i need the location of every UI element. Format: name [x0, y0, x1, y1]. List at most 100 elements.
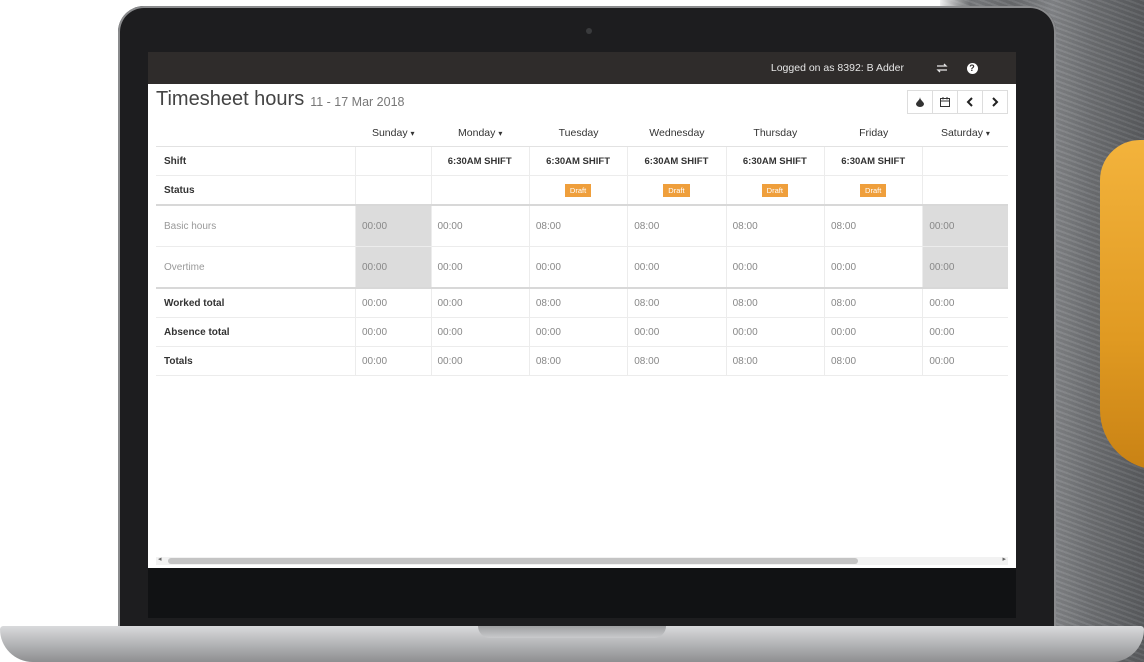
row-label: Worked total: [156, 288, 356, 318]
app-screen: Logged on as 8392: B Adder ? Timesheet h…: [148, 52, 1016, 568]
status-cell: [922, 175, 1008, 206]
total-cell: 00:00: [627, 317, 727, 347]
page-header: Timesheet hours 11 - 17 Mar 2018: [148, 84, 1016, 114]
status-badge: Draft: [761, 183, 788, 197]
row-label: Status: [156, 175, 356, 206]
total-cell: 08:00: [823, 288, 923, 318]
page-title: Timesheet hours: [156, 87, 305, 110]
total-cell: 00:00: [922, 346, 1008, 376]
row-label: Totals: [156, 346, 356, 376]
calendar-icon[interactable]: [932, 90, 958, 114]
shift-cell[interactable]: 6:30AM SHIFT: [725, 146, 825, 176]
row-label: Overtime: [156, 246, 356, 289]
total-cell: 08:00: [725, 346, 825, 376]
day-label: Thursday: [753, 127, 798, 139]
top-bar: Logged on as 8392: B Adder ?: [148, 52, 1016, 84]
total-cell: 00:00: [430, 288, 530, 318]
shift-cell[interactable]: 6:30AM SHIFT: [823, 146, 923, 176]
day-label: Saturday: [940, 127, 983, 139]
worked-total-row: Worked total 00:00 00:00 08:00 08:00 08:…: [156, 288, 1008, 318]
day-header-monday[interactable]: Monday ▾: [431, 120, 530, 147]
overtime-row: Overtime 00:00 00:00 00:00 00:00 00:00 0…: [156, 246, 1008, 289]
scroll-right-icon[interactable]: ▸: [1002, 555, 1006, 563]
hours-input[interactable]: 00:00: [355, 205, 431, 247]
day-label: Wednesday: [649, 127, 705, 139]
status-cell: [355, 175, 431, 206]
basic-hours-row: Basic hours 00:00 00:00 08:00 08:00 08:0…: [156, 205, 1008, 247]
hours-input[interactable]: 00:00: [430, 205, 530, 247]
chevron-right-icon[interactable]: [982, 90, 1008, 114]
total-cell: 08:00: [528, 288, 628, 318]
hours-input[interactable]: 00:00: [823, 246, 923, 289]
scrollbar-thumb[interactable]: [168, 558, 858, 564]
hours-input[interactable]: 08:00: [627, 205, 727, 247]
row-label: Absence total: [156, 317, 356, 347]
total-cell: 00:00: [823, 317, 923, 347]
total-cell: 00:00: [355, 317, 431, 347]
shift-cell[interactable]: [922, 146, 1008, 176]
caret-down-icon: ▾: [498, 129, 503, 138]
day-header-row: Sunday ▾ Monday ▾ Tuesday Wednesday Thur…: [156, 120, 1008, 147]
hours-input[interactable]: 00:00: [922, 246, 1008, 289]
date-range: 11 - 17 Mar 2018: [310, 95, 405, 109]
totals-row: Totals 00:00 00:00 08:00 08:00 08:00 08:…: [156, 346, 1008, 376]
shift-cell[interactable]: [355, 146, 431, 176]
day-label: Tuesday: [558, 127, 599, 139]
status-cell: Draft: [627, 175, 727, 206]
total-cell: 08:00: [823, 346, 923, 376]
status-badge: Draft: [564, 183, 592, 197]
total-cell: 00:00: [922, 288, 1008, 318]
day-label: Friday: [859, 127, 889, 139]
header-toolbar: [907, 90, 1008, 114]
status-badge: Draft: [663, 183, 690, 197]
hours-input[interactable]: 00:00: [627, 246, 727, 289]
total-cell: 08:00: [725, 288, 825, 318]
day-header-tuesday: Tuesday: [529, 120, 628, 147]
hours-input[interactable]: 08:00: [725, 205, 825, 247]
status-cell: Draft: [725, 175, 825, 206]
total-cell: 00:00: [430, 317, 530, 347]
day-header-wednesday: Wednesday: [627, 120, 727, 147]
horizontal-scrollbar[interactable]: ◂ ▸: [156, 555, 1008, 565]
shift-row: Shift 6:30AM SHIFT 6:30AM SHIFT 6:30AM S…: [156, 146, 1008, 176]
total-cell: 00:00: [355, 346, 431, 376]
day-label: Monday: [458, 127, 496, 139]
total-cell: 00:00: [528, 317, 628, 347]
corner-header: [156, 120, 356, 147]
total-cell: 08:00: [627, 346, 727, 376]
status-cell: Draft: [528, 175, 628, 206]
timesheet-table: Sunday ▾ Monday ▾ Tuesday Wednesday Thur…: [156, 120, 1008, 376]
status-badge: Draft: [860, 183, 887, 197]
hours-input[interactable]: 08:00: [528, 205, 628, 247]
hours-input[interactable]: 00:00: [430, 246, 530, 289]
status-row: Status Draft Draft Draft Draft: [156, 175, 1008, 206]
total-cell: 08:00: [627, 288, 727, 318]
total-cell: 08:00: [528, 346, 628, 376]
status-cell: [430, 175, 530, 206]
hours-input[interactable]: 00:00: [355, 246, 431, 289]
total-cell: 00:00: [725, 317, 825, 347]
shift-cell[interactable]: 6:30AM SHIFT: [430, 146, 530, 176]
caret-down-icon: ▾: [985, 129, 990, 138]
hours-input[interactable]: 00:00: [725, 246, 825, 289]
total-cell: 00:00: [922, 317, 1008, 347]
day-header-friday: Friday: [824, 120, 923, 147]
laptop-notch: [478, 626, 666, 638]
total-cell: 00:00: [430, 346, 530, 376]
shift-cell[interactable]: 6:30AM SHIFT: [528, 146, 628, 176]
hours-input[interactable]: 08:00: [823, 205, 923, 247]
swap-icon[interactable]: [934, 60, 950, 76]
scroll-left-icon[interactable]: ◂: [158, 555, 162, 563]
absence-total-row: Absence total 00:00 00:00 00:00 00:00 00…: [156, 317, 1008, 347]
day-header-sunday[interactable]: Sunday ▾: [355, 120, 431, 147]
background-yellow-garment: [1100, 140, 1144, 470]
hours-input[interactable]: 00:00: [922, 205, 1008, 247]
total-cell: 00:00: [355, 288, 431, 318]
chevron-left-icon[interactable]: [957, 90, 983, 114]
help-icon[interactable]: ?: [964, 60, 980, 76]
drop-icon[interactable]: [907, 90, 933, 114]
hours-input[interactable]: 00:00: [528, 246, 628, 289]
day-header-saturday[interactable]: Saturday ▾: [922, 120, 1008, 147]
day-header-thursday: Thursday: [726, 120, 825, 147]
shift-cell[interactable]: 6:30AM SHIFT: [627, 146, 727, 176]
